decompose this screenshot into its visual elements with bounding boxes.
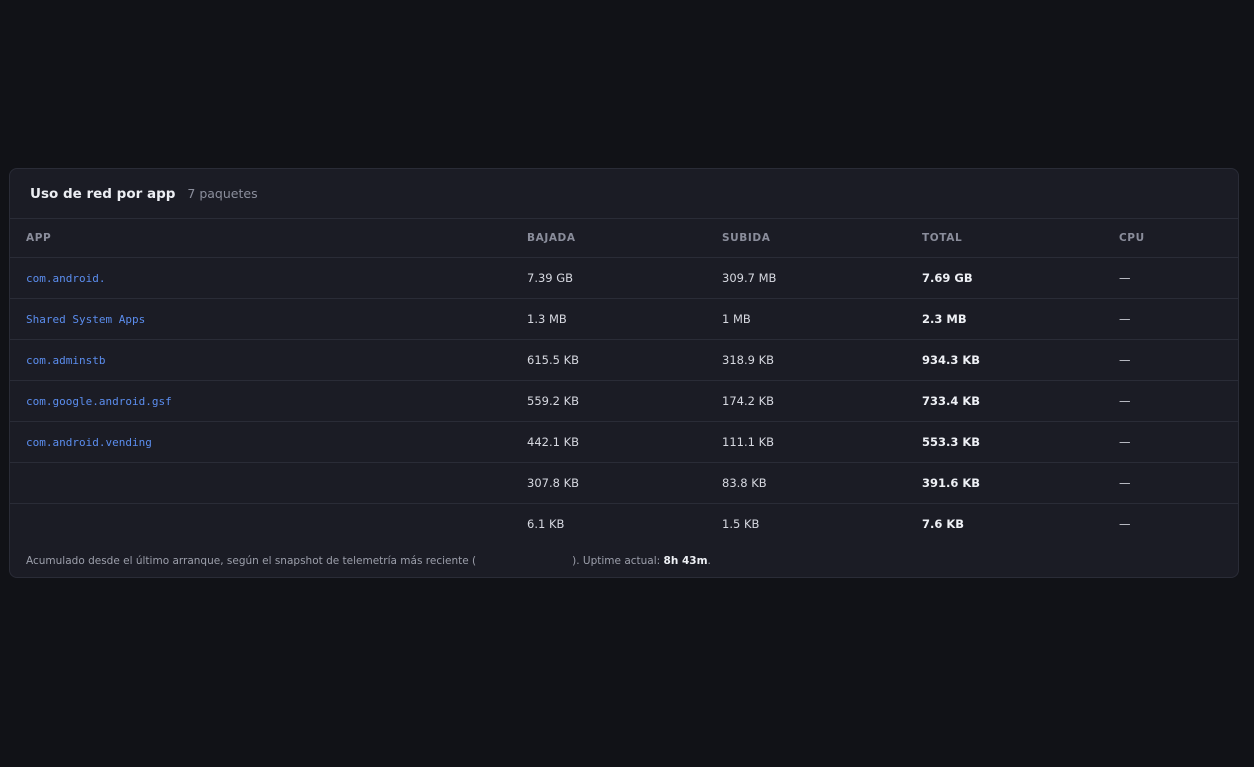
app-cell <box>10 462 527 504</box>
table-row: 6.1 KB 1.5 KB 7.6 KB — <box>10 504 1238 545</box>
app-link[interactable]: com.android. <box>26 272 105 285</box>
column-header-download[interactable]: BAJADA <box>527 219 722 258</box>
panel-title: Uso de red por app <box>30 185 176 202</box>
total-cell: 934.3 KB <box>922 339 1119 381</box>
app-cell: com.android. <box>10 257 527 299</box>
table-row: com.android. 7.39 GB 309.7 MB 7.69 GB — <box>10 257 1238 299</box>
upload-cell: 174.2 KB <box>722 380 922 422</box>
panel-header: Uso de red por app 7 paquetes <box>10 169 1238 219</box>
table-header-row: APP BAJADA SUBIDA TOTAL CPU <box>10 219 1238 258</box>
package-count: 7 paquetes <box>187 186 258 201</box>
network-usage-table: APP BAJADA SUBIDA TOTAL CPU com.android.… <box>10 219 1238 545</box>
app-cell: com.google.android.gsf <box>10 380 527 422</box>
footer-prefix: Acumulado desde el último arranque, segú… <box>26 555 477 567</box>
cpu-cell: — <box>1119 517 1131 531</box>
footer-suffix: ). Uptime actual: <box>572 555 664 567</box>
total-cell: 7.6 KB <box>922 517 965 531</box>
upload-cell: 309.7 MB <box>722 257 922 299</box>
cpu-cell: — <box>1119 421 1238 463</box>
footer-end: . <box>707 555 711 567</box>
app-cell <box>10 504 527 545</box>
table-row: com.adminstb 615.5 KB 318.9 KB 934.3 KB … <box>10 339 1238 381</box>
footer-note: Acumulado desde el último arranque, segú… <box>26 555 711 567</box>
cpu-cell: — <box>1119 462 1238 504</box>
total-cell: 7.69 GB <box>922 257 1119 299</box>
table-row: Shared System Apps 1.3 MB 1 MB 2.3 MB — <box>10 298 1238 340</box>
upload-cell: 83.8 KB <box>722 462 922 504</box>
column-header-upload[interactable]: SUBIDA <box>722 219 922 258</box>
upload-cell: 1 MB <box>722 298 922 340</box>
download-cell: 1.3 MB <box>527 298 722 340</box>
total-cell: 733.4 KB <box>922 380 1119 422</box>
cpu-cell: — <box>1119 298 1238 340</box>
cpu-cell: — <box>1119 257 1238 299</box>
app-cell: Shared System Apps <box>10 298 527 340</box>
table-row: com.google.android.gsf 559.2 KB 174.2 KB… <box>10 380 1238 422</box>
app-link[interactable]: com.google.android.gsf <box>26 395 172 408</box>
download-cell: 615.5 KB <box>527 339 722 381</box>
upload-cell: 1.5 KB <box>722 517 760 531</box>
total-cell: 553.3 KB <box>922 421 1119 463</box>
cpu-cell: — <box>1119 380 1238 422</box>
upload-cell: 111.1 KB <box>722 421 922 463</box>
network-usage-panel: Uso de red por app 7 paquetes APP BAJADA… <box>9 168 1239 578</box>
total-cell: 2.3 MB <box>922 298 1119 340</box>
column-header-total[interactable]: TOTAL <box>922 219 1119 258</box>
total-cell: 391.6 KB <box>922 462 1119 504</box>
app-link[interactable]: Shared System Apps <box>26 313 145 326</box>
download-cell: 559.2 KB <box>527 380 722 422</box>
app-cell: com.android.vending <box>10 421 527 463</box>
download-cell: 6.1 KB <box>527 517 565 531</box>
table-row: com.android.vending 442.1 KB 111.1 KB 55… <box>10 421 1238 463</box>
app-link[interactable]: com.android.vending <box>26 436 152 449</box>
column-header-cpu[interactable]: CPU <box>1119 219 1238 258</box>
app-cell: com.adminstb <box>10 339 527 381</box>
app-link[interactable]: com.adminstb <box>26 354 105 367</box>
uptime-value: 8h 43m <box>663 555 708 567</box>
download-cell: 7.39 GB <box>527 257 722 299</box>
cpu-cell: — <box>1119 339 1238 381</box>
table-row: 307.8 KB 83.8 KB 391.6 KB — <box>10 462 1238 504</box>
column-header-app[interactable]: APP <box>10 219 527 258</box>
upload-cell: 318.9 KB <box>722 339 922 381</box>
download-cell: 442.1 KB <box>527 421 722 463</box>
download-cell: 307.8 KB <box>527 462 722 504</box>
